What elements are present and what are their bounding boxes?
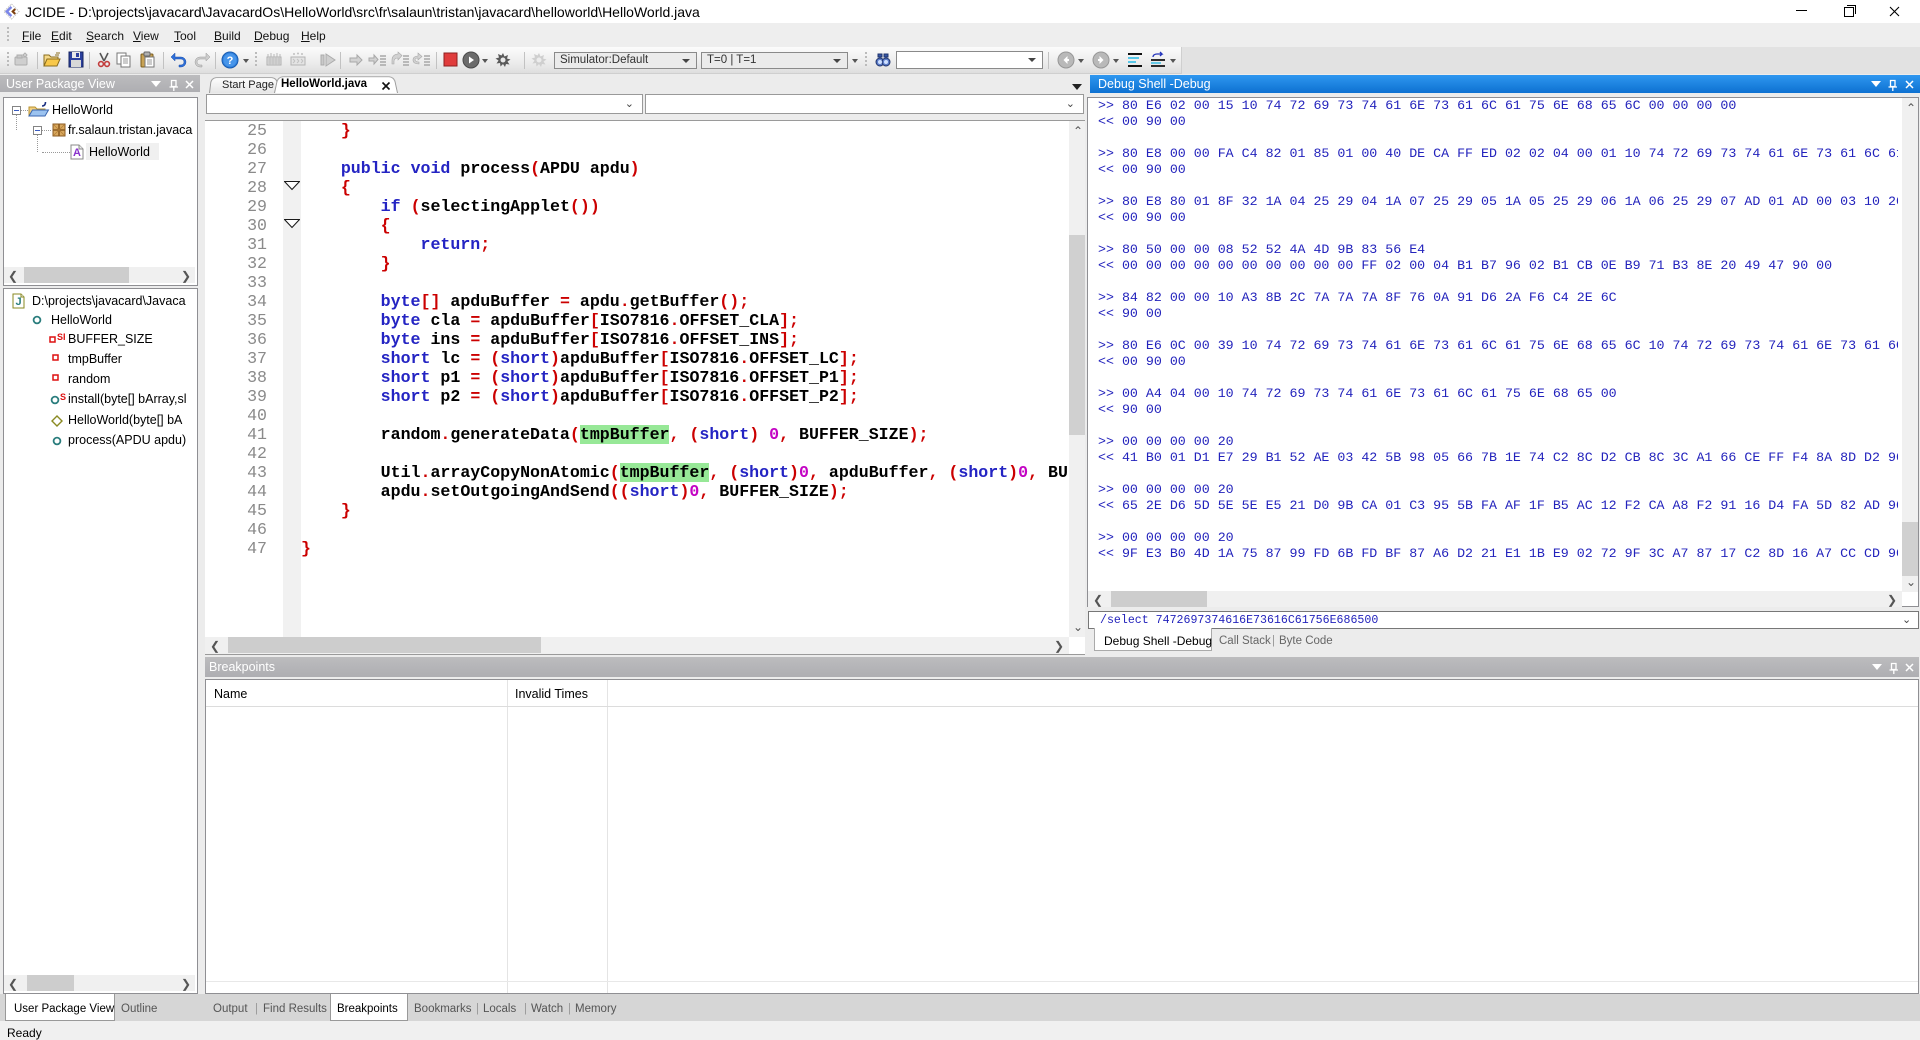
svg-text:A: A	[73, 147, 81, 159]
svg-text:S: S	[60, 393, 66, 402]
svg-text:?: ?	[227, 55, 234, 67]
svg-text:SF: SF	[57, 332, 65, 342]
svg-text:J: J	[15, 296, 21, 308]
